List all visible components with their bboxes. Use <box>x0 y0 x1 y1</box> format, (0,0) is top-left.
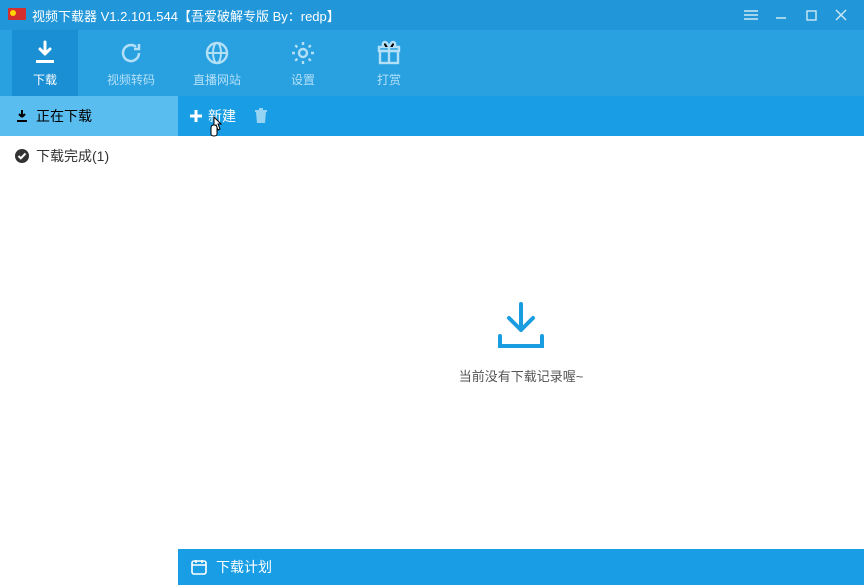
gift-icon <box>375 39 403 67</box>
calendar-icon <box>190 558 208 576</box>
minimize-button[interactable] <box>766 0 796 30</box>
main-toolbar: 下载 视频转码 直播网站 设置 打赏 <box>0 30 864 96</box>
close-icon <box>835 9 847 21</box>
menu-button[interactable] <box>736 0 766 30</box>
close-button[interactable] <box>826 0 856 30</box>
new-button-label: 新建 <box>208 106 236 126</box>
gear-icon <box>289 39 317 67</box>
app-window: 视频下载器 V1.2.101.544【吾爱破解专版 By：redp】 下载 视频… <box>0 0 864 585</box>
new-button[interactable]: 新建 <box>188 106 236 126</box>
app-icon <box>8 8 26 22</box>
downloading-icon <box>14 108 30 124</box>
toolbar-settings[interactable]: 设置 <box>270 30 336 96</box>
toolbar-transcode[interactable]: 视频转码 <box>98 30 164 96</box>
check-icon <box>14 148 30 164</box>
sidebar-downloading[interactable]: 正在下载 <box>0 96 178 136</box>
maximize-button[interactable] <box>796 0 826 30</box>
sidebar: 正在下载 下载完成(1) <box>0 96 178 585</box>
menu-icon <box>744 10 758 20</box>
content-header: 新建 <box>178 96 864 136</box>
window-title: 视频下载器 V1.2.101.544【吾爱破解专版 By：redp】 <box>32 6 340 25</box>
content-body: 当前没有下载记录喔~ <box>178 136 864 549</box>
delete-button[interactable] <box>254 108 268 124</box>
download-icon <box>31 39 59 67</box>
plus-icon <box>188 108 204 124</box>
toolbar-label: 下载 <box>33 71 57 88</box>
refresh-icon <box>117 39 145 67</box>
toolbar-label: 设置 <box>291 71 315 88</box>
toolbar-livesites[interactable]: 直播网站 <box>184 30 250 96</box>
empty-text: 当前没有下载记录喔~ <box>459 366 584 385</box>
toolbar-download[interactable]: 下载 <box>12 30 78 96</box>
trash-icon <box>254 108 268 124</box>
toolbar-label: 视频转码 <box>107 71 155 88</box>
sidebar-item-label: 下载完成(1) <box>36 146 109 166</box>
footer-label: 下载计划 <box>216 557 272 577</box>
empty-download-icon <box>492 300 550 352</box>
content-panel: 新建 当前没有下载记录喔~ 下载计划 <box>178 96 864 585</box>
titlebar[interactable]: 视频下载器 V1.2.101.544【吾爱破解专版 By：redp】 <box>0 0 864 30</box>
toolbar-label: 打赏 <box>377 71 401 88</box>
sidebar-item-label: 正在下载 <box>36 106 92 126</box>
toolbar-donate[interactable]: 打赏 <box>356 30 422 96</box>
globe-icon <box>203 39 231 67</box>
footer-bar[interactable]: 下载计划 <box>178 549 864 585</box>
sidebar-completed[interactable]: 下载完成(1) <box>0 136 178 176</box>
toolbar-label: 直播网站 <box>193 71 241 88</box>
minimize-icon <box>775 9 787 21</box>
maximize-icon <box>806 10 817 21</box>
body-area: 正在下载 下载完成(1) 新建 当前没有下载记录喔~ <box>0 96 864 585</box>
